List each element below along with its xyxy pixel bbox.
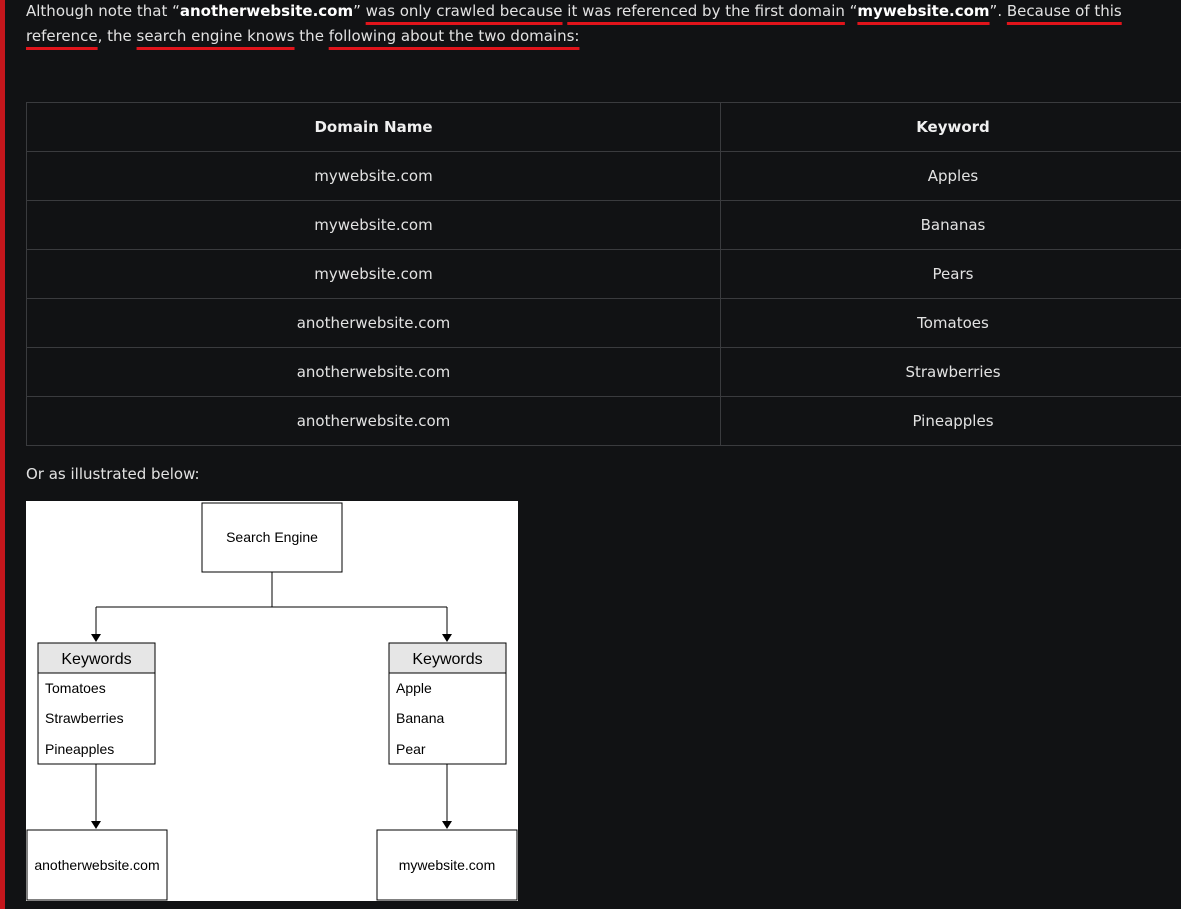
search-engine-label: Search Engine: [226, 529, 318, 545]
cell-keyword: Strawberries: [720, 347, 1181, 397]
cell-domain: mywebsite.com: [26, 249, 721, 299]
left-keyword-item: Tomatoes: [45, 680, 106, 696]
domain-keyword-table: Domain Name Keyword mywebsite.com Apples…: [26, 102, 1181, 446]
table-header-row: Domain Name Keyword: [26, 102, 1181, 152]
table-row: anotherwebsite.com Strawberries: [26, 347, 1181, 397]
table-row: anotherwebsite.com Tomatoes: [26, 298, 1181, 348]
right-keyword-item: Pear: [396, 741, 426, 757]
table-row: mywebsite.com Pears: [26, 249, 1181, 299]
domain-bold-another: anotherwebsite.com: [179, 2, 354, 20]
intro-text: “: [844, 2, 858, 20]
header-keyword: Keyword: [720, 102, 1181, 152]
mywebsite-label: mywebsite.com: [399, 857, 495, 873]
intro-paragraph: Although note that “anotherwebsite.com” …: [26, 0, 1176, 49]
search-engine-diagram: Search Engine Keywords Tomatoes Strawber…: [26, 501, 518, 901]
domain-connectors: [95, 764, 448, 822]
arrow-down-icon: [442, 634, 452, 642]
right-keywords-header: Keywords: [412, 651, 482, 668]
arrow-down-icon: [442, 821, 452, 829]
cell-keyword: Apples: [720, 151, 1181, 201]
cell-domain: mywebsite.com: [26, 151, 721, 201]
intro-text: ”: [353, 2, 366, 20]
left-keywords-header: Keywords: [61, 651, 131, 668]
accent-bar: [0, 0, 5, 909]
intro-text: , the: [97, 27, 137, 45]
table-row: mywebsite.com Apples: [26, 151, 1181, 201]
cell-domain: anotherwebsite.com: [26, 396, 721, 446]
root-connectors: [95, 572, 448, 635]
right-keyword-item: Banana: [396, 710, 444, 726]
cell-keyword: Pineapples: [720, 396, 1181, 446]
cell-keyword: Bananas: [720, 200, 1181, 250]
arrow-down-icon: [91, 634, 101, 642]
header-domain-name: Domain Name: [26, 102, 721, 152]
intro-text: Although note that “: [26, 2, 180, 20]
domain-bold-my: mywebsite.com: [857, 2, 990, 20]
cell-domain: anotherwebsite.com: [26, 347, 721, 397]
highlight-underline: search engine knows: [136, 27, 295, 45]
right-keyword-item: Apple: [396, 680, 432, 696]
highlight-underline: following about the two domains:: [328, 27, 580, 45]
left-keyword-item: Strawberries: [45, 710, 124, 726]
left-keyword-item: Pineapples: [45, 741, 114, 757]
diagram-caption: Or as illustrated below:: [26, 465, 200, 483]
highlight-underline: it was referenced by the first domain: [567, 2, 845, 20]
intro-text: ”.: [989, 2, 1007, 20]
arrow-down-icon: [91, 821, 101, 829]
cell-keyword: Tomatoes: [720, 298, 1181, 348]
cell-domain: anotherwebsite.com: [26, 298, 721, 348]
cell-keyword: Pears: [720, 249, 1181, 299]
highlight-underline: was only crawled because: [365, 2, 563, 20]
cell-domain: mywebsite.com: [26, 200, 721, 250]
intro-text: the: [294, 27, 329, 45]
anotherwebsite-label: anotherwebsite.com: [34, 857, 159, 873]
table-row: mywebsite.com Bananas: [26, 200, 1181, 250]
table-row: anotherwebsite.com Pineapples: [26, 396, 1181, 446]
